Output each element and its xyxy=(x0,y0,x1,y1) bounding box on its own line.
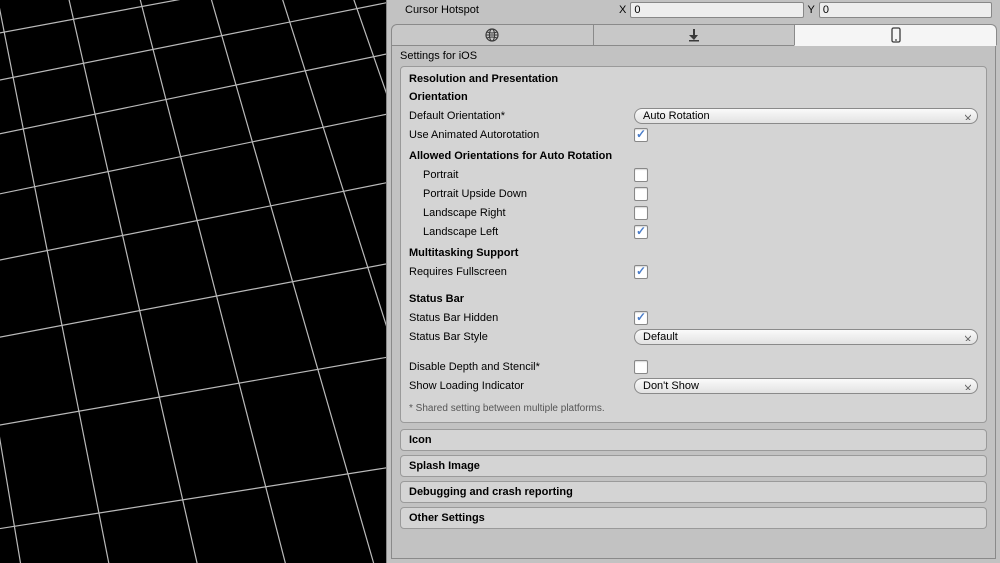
tab-download[interactable] xyxy=(593,24,796,46)
allowed-orientations-heading: Allowed Orientations for Auto Rotation xyxy=(409,150,978,162)
inspector-panel: Cursor Hotspot X Y xyxy=(386,0,1000,563)
multitasking-heading: Multitasking Support xyxy=(409,247,978,259)
tab-web[interactable] xyxy=(391,24,594,46)
requires-fullscreen-label: Requires Fullscreen xyxy=(409,266,634,278)
other-settings-section[interactable]: Other Settings xyxy=(400,507,987,529)
portrait-upside-down-label: Portrait Upside Down xyxy=(409,188,634,200)
download-icon xyxy=(687,28,701,42)
debugging-section[interactable]: Debugging and crash reporting xyxy=(400,481,987,503)
requires-fullscreen-checkbox[interactable] xyxy=(634,265,648,279)
use-animated-autorotation-label: Use Animated Autorotation xyxy=(409,129,634,141)
use-animated-autorotation-checkbox[interactable] xyxy=(634,128,648,142)
splash-image-section[interactable]: Splash Image xyxy=(400,455,987,477)
resolution-heading: Resolution and Presentation xyxy=(409,73,978,85)
platform-tabs xyxy=(391,24,996,46)
landscape-right-label: Landscape Right xyxy=(409,207,634,219)
shared-setting-footnote: * Shared setting between multiple platfo… xyxy=(409,403,978,414)
portrait-upside-down-checkbox[interactable] xyxy=(634,187,648,201)
cursor-hotspot-label: Cursor Hotspot xyxy=(405,4,615,16)
status-bar-hidden-label: Status Bar Hidden xyxy=(409,312,634,324)
disable-depth-stencil-label: Disable Depth and Stencil* xyxy=(409,361,634,373)
orientation-heading: Orientation xyxy=(409,91,978,103)
mobile-icon xyxy=(890,27,902,43)
cursor-hotspot-y-input[interactable] xyxy=(819,2,992,18)
portrait-label: Portrait xyxy=(409,169,634,181)
status-bar-hidden-checkbox[interactable] xyxy=(634,311,648,325)
show-loading-indicator-label: Show Loading Indicator xyxy=(409,380,634,392)
scene-viewport[interactable] xyxy=(0,0,386,563)
status-bar-style-label: Status Bar Style xyxy=(409,331,634,343)
status-bar-style-dropdown[interactable]: Default xyxy=(634,329,978,345)
default-orientation-dropdown[interactable]: Auto Rotation xyxy=(634,108,978,124)
settings-title: Settings for iOS xyxy=(400,50,987,62)
default-orientation-label: Default Orientation* xyxy=(409,110,634,122)
disable-depth-stencil-checkbox[interactable] xyxy=(634,360,648,374)
cursor-hotspot-x-input[interactable] xyxy=(630,2,803,18)
show-loading-indicator-dropdown[interactable]: Don't Show xyxy=(634,378,978,394)
x-axis-label: X xyxy=(615,4,630,16)
y-axis-label: Y xyxy=(804,4,819,16)
tab-mobile[interactable] xyxy=(794,24,997,46)
resolution-presentation-section: Resolution and Presentation Orientation … xyxy=(400,66,987,423)
icon-section[interactable]: Icon xyxy=(400,429,987,451)
status-bar-heading: Status Bar xyxy=(409,293,978,305)
landscape-left-label: Landscape Left xyxy=(409,226,634,238)
landscape-left-checkbox[interactable] xyxy=(634,225,648,239)
portrait-checkbox[interactable] xyxy=(634,168,648,182)
landscape-right-checkbox[interactable] xyxy=(634,206,648,220)
settings-panel: Settings for iOS Resolution and Presenta… xyxy=(391,46,996,559)
cursor-hotspot-row: Cursor Hotspot X Y xyxy=(387,0,1000,22)
globe-icon xyxy=(484,27,500,43)
